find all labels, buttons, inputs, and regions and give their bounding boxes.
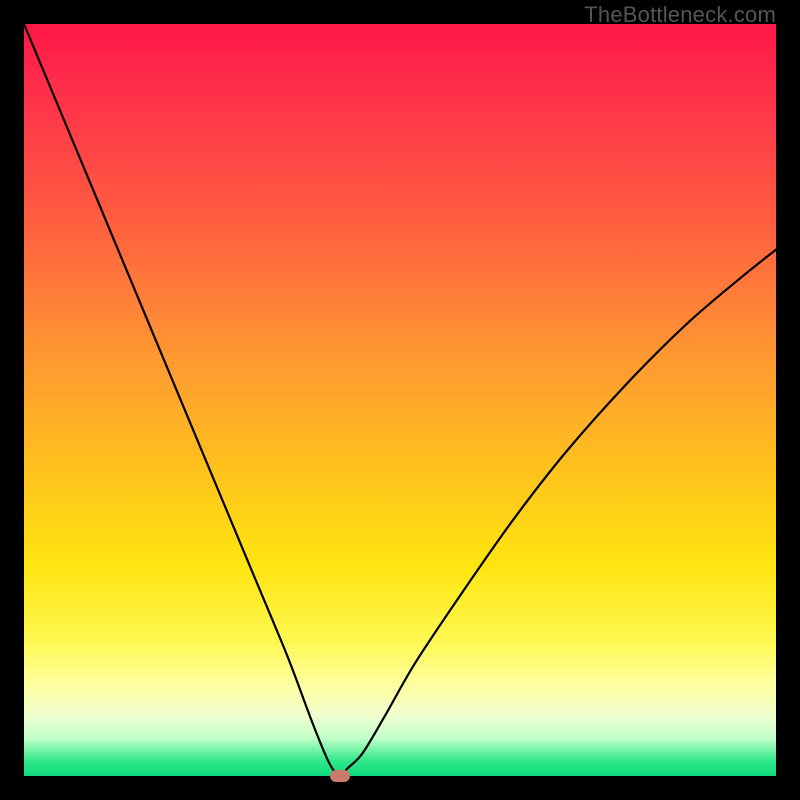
curve-svg xyxy=(24,24,776,776)
chart-plot-area xyxy=(24,24,776,776)
watermark-text: TheBottleneck.com xyxy=(584,2,776,28)
bottleneck-curve xyxy=(24,24,776,776)
optimal-point-marker xyxy=(330,770,350,782)
